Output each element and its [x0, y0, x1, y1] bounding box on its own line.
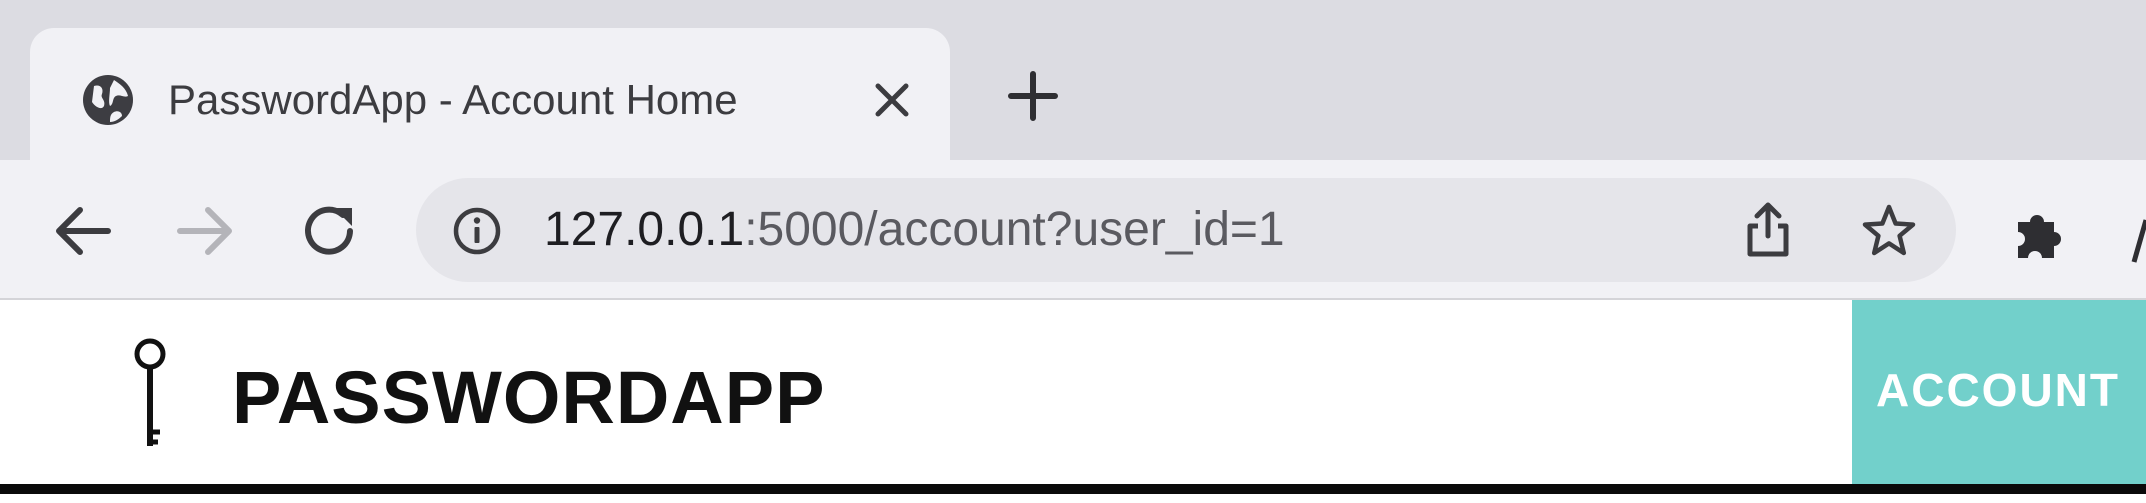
tab-strip: PasswordApp - Account Home: [0, 0, 2146, 168]
tab-title: PasswordApp - Account Home: [168, 76, 738, 123]
url-path: :5000/account?user_id=1: [744, 203, 1285, 256]
plus-icon[interactable]: [1005, 68, 1061, 124]
puzzle-icon[interactable]: [2010, 202, 2072, 264]
header-divider: [0, 484, 2146, 494]
info-icon[interactable]: [452, 206, 502, 256]
url-text[interactable]: 127.0.0.1:5000/account?user_id=1: [544, 202, 1285, 258]
page-content: PASSWORDAPP ACCOUNT: [0, 300, 2146, 503]
arrow-right-icon[interactable]: [172, 198, 238, 264]
reload-icon[interactable]: [296, 198, 362, 264]
url-host: 127.0.0.1: [544, 203, 745, 256]
globe-icon: [83, 75, 133, 125]
share-icon[interactable]: [1740, 200, 1796, 260]
browser-tab[interactable]: PasswordApp - Account Home: [30, 28, 950, 168]
profile-icon[interactable]: [2130, 200, 2146, 270]
star-icon[interactable]: [1860, 202, 1918, 260]
key-icon: [134, 338, 166, 446]
arrow-left-icon[interactable]: [50, 198, 116, 264]
browser-toolbar: 127.0.0.1:5000/account?user_id=1: [0, 160, 2146, 300]
brand-logo-text[interactable]: PASSWORDAPP: [232, 358, 825, 438]
address-bar[interactable]: 127.0.0.1:5000/account?user_id=1: [416, 178, 1956, 282]
close-icon[interactable]: [870, 78, 914, 122]
nav-item-account-label: ACCOUNT: [1876, 364, 2120, 416]
nav-item-account[interactable]: ACCOUNT: [1852, 300, 2146, 488]
